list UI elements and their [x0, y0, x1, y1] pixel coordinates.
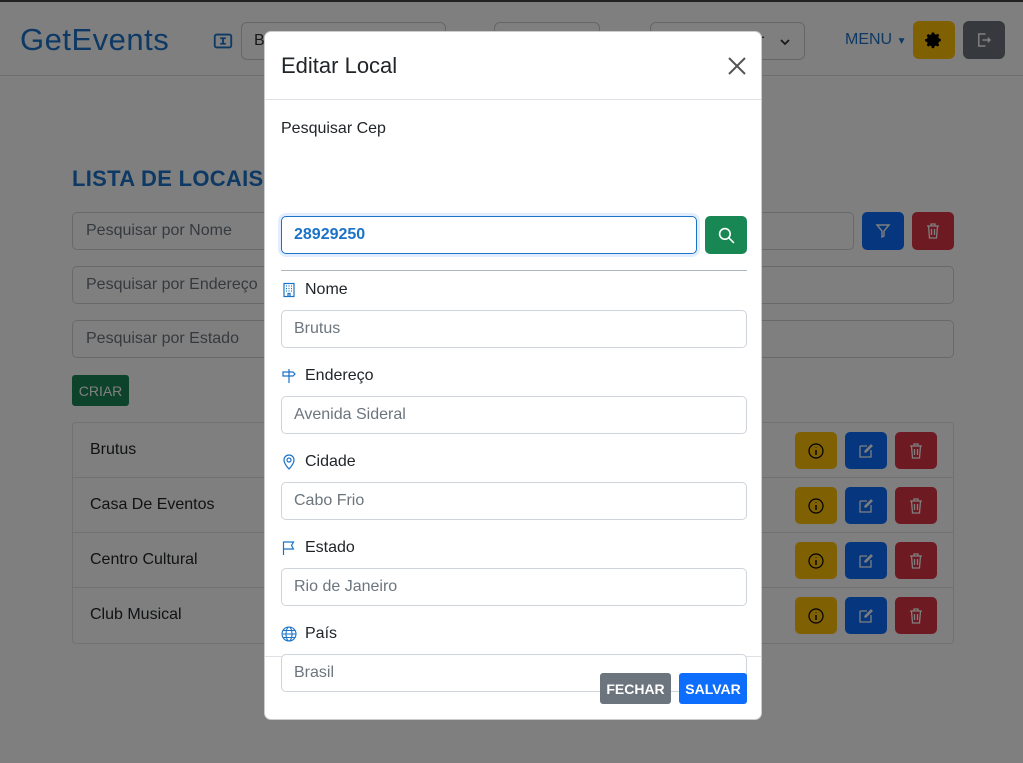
edit-location-modal: Editar Local Pesquisar Cep 28929250 Nome… — [264, 31, 762, 720]
globe-icon — [281, 626, 297, 642]
close-button[interactable]: FECHAR — [600, 673, 671, 704]
building-icon — [281, 282, 297, 298]
name-field[interactable]: Brutus — [281, 310, 747, 348]
city-field[interactable]: Cabo Frio — [281, 482, 747, 520]
search-cep-button[interactable] — [705, 216, 747, 254]
search-icon — [718, 227, 735, 244]
signpost-icon — [281, 368, 297, 384]
modal-footer: FECHAR SALVAR — [265, 657, 761, 720]
cep-input[interactable]: 28929250 — [281, 216, 697, 254]
state-label: Estado — [281, 538, 355, 558]
city-label: Cidade — [281, 452, 356, 472]
location-pin-icon — [281, 454, 297, 470]
modal-header: Editar Local — [265, 32, 761, 100]
address-field[interactable]: Avenida Sideral — [281, 396, 747, 434]
divider — [281, 270, 747, 271]
country-label: País — [281, 624, 337, 644]
flag-icon — [281, 540, 297, 556]
state-field[interactable]: Rio de Janeiro — [281, 568, 747, 606]
close-icon[interactable] — [727, 56, 747, 76]
address-label: Endereço — [281, 366, 374, 386]
name-label: Nome — [281, 280, 348, 300]
modal-title: Editar Local — [281, 53, 398, 78]
modal-body: Pesquisar Cep 28929250 Nome Brutus Ender… — [265, 100, 761, 692]
cep-label: Pesquisar Cep — [281, 120, 386, 137]
save-button[interactable]: SALVAR — [679, 673, 747, 704]
